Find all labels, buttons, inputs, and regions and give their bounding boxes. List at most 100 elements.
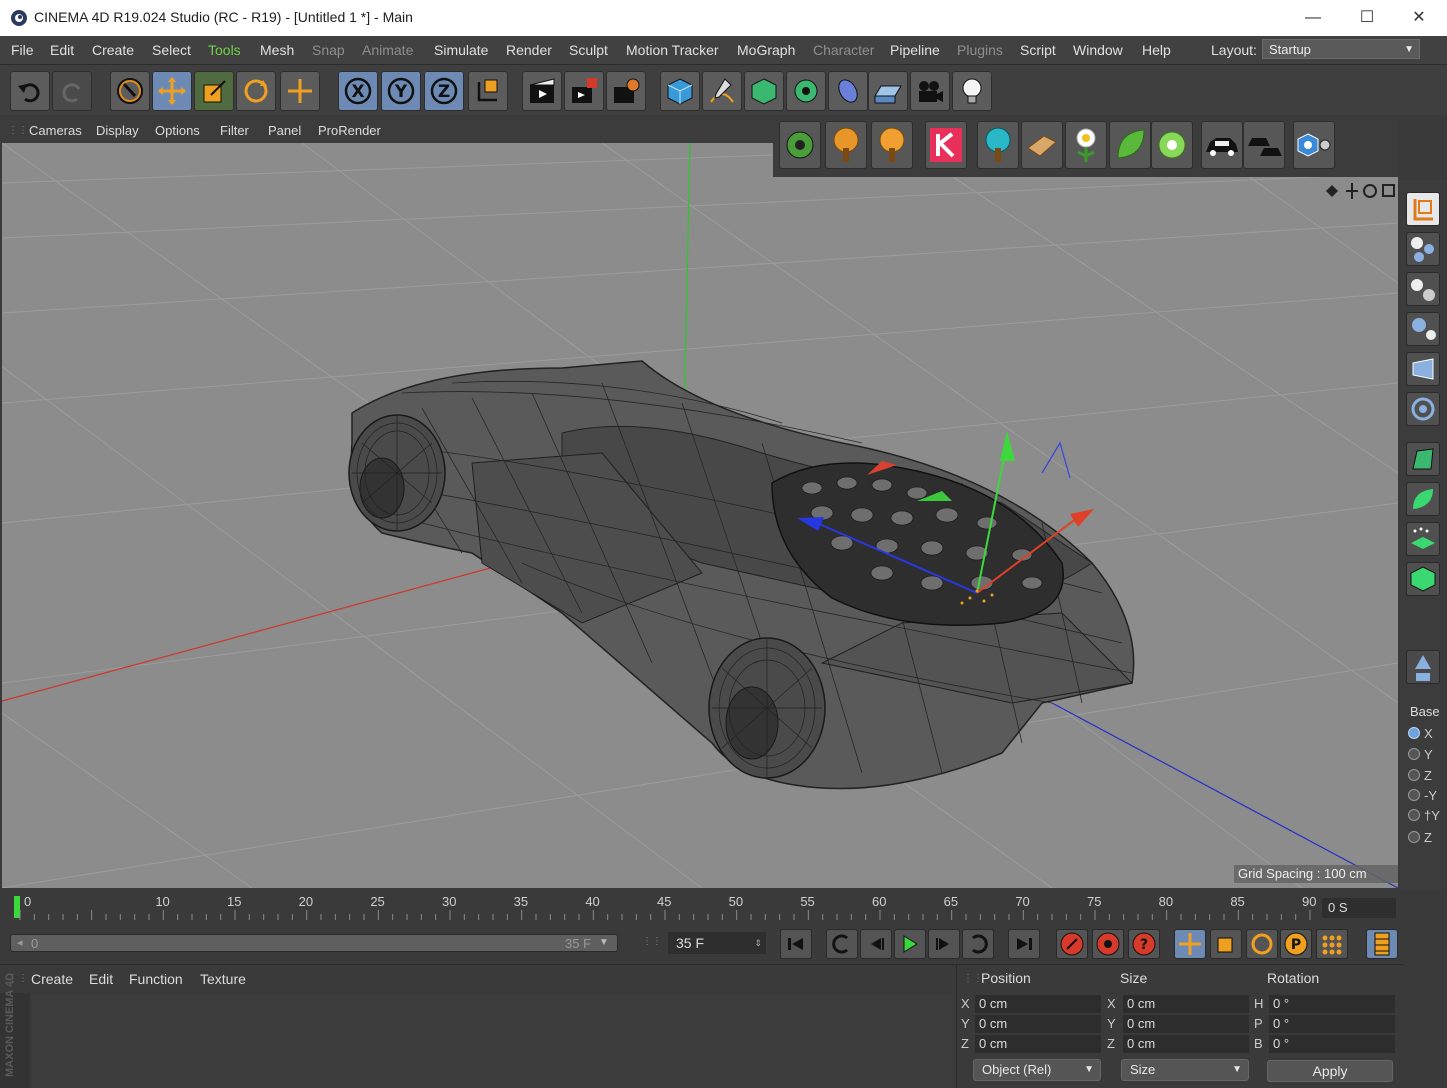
plugin-leaf-button[interactable] (1109, 121, 1151, 169)
axis-mode-button[interactable] (1406, 650, 1440, 684)
current-frame-field[interactable]: 35 F ⇕ (668, 932, 766, 954)
pos-z-field[interactable]: 0 cm (975, 1035, 1101, 1053)
key-rotation-button[interactable] (1246, 929, 1278, 959)
render-picture-viewer-button[interactable] (564, 71, 604, 111)
lock-z-button[interactable]: Z (424, 71, 464, 111)
edges-mode-button[interactable] (1406, 352, 1440, 386)
plugin-flower-button[interactable] (1065, 121, 1107, 169)
polygons-mode-button[interactable] (1406, 392, 1440, 426)
plugin-flower2-button[interactable] (1151, 121, 1193, 169)
cube-button[interactable] (660, 71, 700, 111)
vp-menu-prorender[interactable]: ProRender (318, 123, 381, 138)
pos-y-field[interactable]: 0 cm (975, 1015, 1101, 1033)
texture-mode-button[interactable] (1406, 232, 1440, 266)
live-selection-button[interactable] (110, 71, 150, 111)
menu-tools[interactable]: Tools (208, 42, 241, 58)
timeline-ruler[interactable]: 0 10 15 20 25 30 35 40 45 50 55 60 65 70 75 80 85 90 0 S (0, 890, 1400, 926)
size-x-field[interactable]: 0 cm (1123, 995, 1249, 1013)
sculpt-mode-button[interactable] (1406, 442, 1440, 476)
coordinate-system-button[interactable] (468, 71, 508, 111)
menu-snap[interactable]: Snap (312, 42, 345, 58)
last-tool-button[interactable] (280, 71, 320, 111)
menu-sculpt[interactable]: Sculpt (569, 42, 608, 58)
coordinate-mode-dropdown[interactable]: Object (Rel) ▼ (973, 1059, 1101, 1081)
workplane-mode-button[interactable] (1406, 272, 1440, 306)
prev-frame-button[interactable] (860, 929, 892, 959)
play-backwards-button[interactable] (826, 929, 858, 959)
record-keys-button[interactable] (1056, 929, 1088, 959)
menu-help[interactable]: Help (1142, 42, 1171, 58)
loop-forward-button[interactable] (962, 929, 994, 959)
minimize-button[interactable]: — (1286, 0, 1340, 36)
array-button[interactable] (786, 71, 826, 111)
render-settings-button[interactable] (606, 71, 646, 111)
goto-end-button[interactable] (1008, 929, 1040, 959)
keyframe-selection-button[interactable]: ? (1128, 929, 1160, 959)
timeline-window-button[interactable] (1366, 929, 1398, 959)
menu-script[interactable]: Script (1020, 42, 1056, 58)
rotate-button[interactable] (236, 71, 276, 111)
plugin-tree1-button[interactable] (825, 121, 867, 169)
axis-radio-z2[interactable]: Z (1408, 830, 1432, 845)
vp-menu-panel[interactable]: Panel (268, 123, 301, 138)
lock-x-button[interactable]: X (338, 71, 378, 111)
rot-h-field[interactable]: 0 ° (1269, 995, 1395, 1013)
plugin-k-button[interactable] (925, 121, 967, 169)
lock-y-button[interactable]: Y (381, 71, 421, 111)
range-dropdown-icon[interactable]: ▼ (599, 937, 609, 948)
plugin-gear-button[interactable] (779, 121, 821, 169)
render-view-button[interactable] (522, 71, 562, 111)
menu-mograph[interactable]: MoGraph (737, 42, 795, 58)
gizmo-y-arrow[interactable] (1000, 431, 1015, 461)
material-list-area[interactable] (32, 993, 952, 1088)
mat-menu-function[interactable]: Function (129, 971, 183, 987)
menu-create[interactable]: Create (92, 42, 134, 58)
play-button[interactable] (894, 929, 926, 959)
menu-animate[interactable]: Animate (362, 42, 413, 58)
vp-menu-filter[interactable]: Filter (220, 123, 249, 138)
key-pla-button[interactable] (1316, 929, 1348, 959)
mat-menu-create[interactable]: Create (31, 971, 73, 987)
size-mode-dropdown[interactable]: Size ▼ (1121, 1059, 1249, 1081)
playhead[interactable] (14, 896, 20, 918)
rot-p-field[interactable]: 0 ° (1269, 1015, 1395, 1033)
frame-range-slider[interactable]: ◂ 0 35 F ▼ (10, 934, 618, 952)
mat-menu-texture[interactable]: Texture (200, 971, 246, 987)
vp-menu-cameras[interactable]: Cameras (29, 123, 82, 138)
axis-radio-neg-y[interactable]: -Y (1408, 788, 1437, 803)
model-mode-button[interactable] (1406, 192, 1440, 226)
menu-select[interactable]: Select (152, 42, 191, 58)
viewport-3d[interactable]: Grid Spacing : 100 cm (2, 143, 1398, 888)
key-param-button[interactable]: P (1280, 929, 1312, 959)
plugin-settings-button[interactable] (1293, 121, 1335, 169)
points-mode-button[interactable] (1406, 312, 1440, 346)
axis-radio-z[interactable]: Z (1408, 768, 1432, 783)
floor-button[interactable] (868, 71, 908, 111)
viewport-nav-icons[interactable] (1326, 183, 1395, 199)
menu-plugins[interactable]: Plugins (957, 42, 1003, 58)
menu-pipeline[interactable]: Pipeline (890, 42, 940, 58)
goto-start-button[interactable] (780, 929, 812, 959)
undo-button[interactable] (10, 71, 50, 111)
key-scale-button[interactable] (1210, 929, 1242, 959)
gizmo-x-arrow[interactable] (1070, 509, 1094, 527)
plugin-wood-button[interactable] (1021, 121, 1063, 169)
size-y-field[interactable]: 0 cm (1123, 1015, 1249, 1033)
plugin-tree3-button[interactable] (977, 121, 1019, 169)
animation-mode-button[interactable] (1406, 562, 1440, 596)
axis-radio-y[interactable]: Y (1408, 747, 1433, 762)
time-display[interactable]: 0 S (1322, 898, 1396, 918)
pos-x-field[interactable]: 0 cm (975, 995, 1101, 1013)
layout-dropdown[interactable]: Startup ▼ (1262, 39, 1420, 59)
size-z-field[interactable]: 0 cm (1123, 1035, 1249, 1053)
pen-spline-button[interactable] (702, 71, 742, 111)
menu-motion-tracker[interactable]: Motion Tracker (626, 42, 719, 58)
stepper-icon[interactable]: ⇕ (754, 932, 762, 954)
key-position-button[interactable] (1174, 929, 1206, 959)
deformer-button[interactable] (828, 71, 868, 111)
next-frame-button[interactable] (928, 929, 960, 959)
plugin-car-lane-button[interactable] (1243, 121, 1285, 169)
apply-button[interactable]: Apply (1267, 1060, 1393, 1082)
axis-radio-dagger-y[interactable]: †Y (1408, 808, 1440, 823)
light-button[interactable] (952, 71, 992, 111)
